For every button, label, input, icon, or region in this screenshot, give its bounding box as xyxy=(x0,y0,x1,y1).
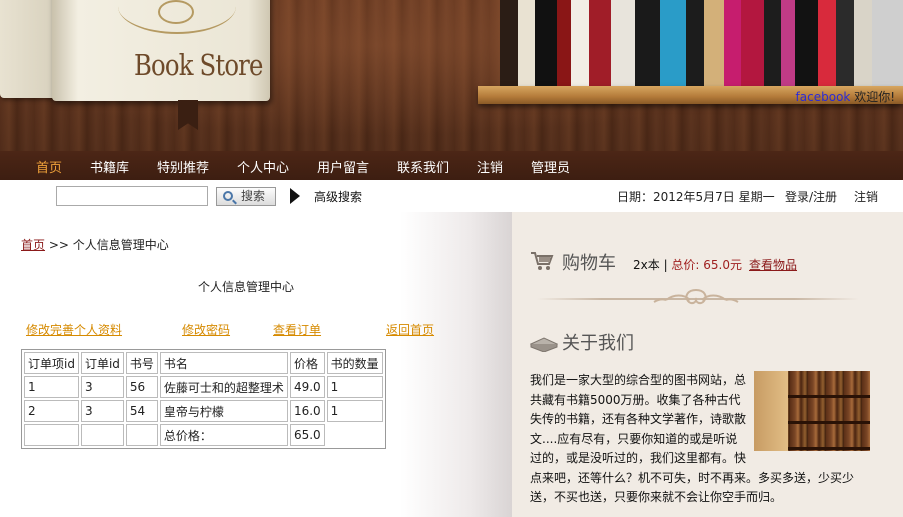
nav-item-home[interactable]: 首页 xyxy=(36,157,62,176)
search-button-label: 搜索 xyxy=(241,189,266,203)
welcome-text: 欢迎你! xyxy=(854,90,895,104)
table-cell xyxy=(125,424,158,446)
change-password-link[interactable]: 修改密码 xyxy=(182,321,230,338)
header-cell: 书的数量 xyxy=(326,352,383,374)
search-input[interactable] xyxy=(56,186,208,206)
view-items-link[interactable]: 查看物品 xyxy=(749,256,797,273)
advanced-search-link[interactable]: 高级搜索 xyxy=(314,188,362,205)
shopping-cart-icon xyxy=(531,252,554,270)
table-cell: 佐藤可士和的超整理术 xyxy=(159,376,288,398)
table-cell: 1 xyxy=(24,376,79,398)
about-title: 关于我们 xyxy=(562,333,634,354)
orders-table: 订单项id 订单id 书号 书名 价格 书的数量 1 3 56 佐藤可士和的超整… xyxy=(21,349,386,449)
total-label: 总价格： xyxy=(159,424,288,446)
flourish-ornament-icon xyxy=(653,289,739,305)
content-area: 首页 >> 个人信息管理中心 个人信息管理中心 修改完善个人资料 修改密码 查看… xyxy=(0,212,903,517)
bookshelf-photo xyxy=(754,371,870,451)
nav-item-personal[interactable]: 个人中心 xyxy=(237,157,289,176)
table-cell: 皇帝与柠檬 xyxy=(159,400,288,422)
main-navigation: 首页 书籍库 特别推荐 个人中心 用户留言 联系我们 注销 管理员 xyxy=(0,151,903,180)
table-cell: 16.0 xyxy=(289,400,325,422)
cart-title: 购物车 xyxy=(562,253,616,274)
header-cell: 书名 xyxy=(159,352,288,374)
logo-text: Book Store xyxy=(134,48,263,82)
table-cell: 2 xyxy=(24,400,79,422)
page-title: 个人信息管理中心 xyxy=(198,280,295,294)
table-header-row: 订单项id 订单id 书号 书名 价格 书的数量 xyxy=(24,352,383,374)
table-cell xyxy=(80,424,124,446)
table-cell: 56 xyxy=(125,376,158,398)
breadcrumb-separator: >> xyxy=(45,238,73,252)
edit-profile-link[interactable]: 修改完善个人资料 xyxy=(26,321,122,338)
nav-item-admin[interactable]: 管理员 xyxy=(531,157,570,176)
book-icon xyxy=(530,337,558,352)
breadcrumb: 首页 >> 个人信息管理中心 xyxy=(21,236,169,253)
login-register-link[interactable]: 登录/注册 xyxy=(785,188,837,205)
nav-item-messages[interactable]: 用户留言 xyxy=(317,157,369,176)
table-total-row: 总价格： 65.0 xyxy=(24,424,383,446)
back-home-link[interactable]: 返回首页 xyxy=(386,321,434,338)
nav-item-recommend[interactable]: 特别推荐 xyxy=(157,157,209,176)
table-cell: 3 xyxy=(80,376,124,398)
header-cell: 价格 xyxy=(289,352,325,374)
view-orders-link[interactable]: 查看订单 xyxy=(273,321,321,338)
welcome-message: facebook 欢迎你! xyxy=(796,88,895,105)
table-cell: 1 xyxy=(326,400,383,422)
facebook-link[interactable]: facebook xyxy=(796,90,851,104)
header-banner: Book Store facebook 欢迎你! xyxy=(0,0,903,151)
table-cell: 54 xyxy=(125,400,158,422)
header-cell: 订单id xyxy=(80,352,124,374)
table-row: 1 3 56 佐藤可士和的超整理术 49.0 1 xyxy=(24,376,383,398)
search-button[interactable]: 搜索 xyxy=(216,187,276,206)
cart-summary: 2x本 | 总价: 65.0元 xyxy=(633,256,742,273)
nav-item-contact[interactable]: 联系我们 xyxy=(397,157,449,176)
play-arrow-icon xyxy=(290,188,300,204)
cart-count: 2x本 xyxy=(633,258,660,272)
date-display: 日期：2012年5月7日 星期一 xyxy=(617,190,775,204)
breadcrumb-current: 个人信息管理中心 xyxy=(72,238,169,252)
table-cell: 3 xyxy=(80,400,124,422)
header-cell: 订单项id xyxy=(24,352,79,374)
bookmark-ribbon-icon xyxy=(178,100,198,130)
main-panel: 首页 >> 个人信息管理中心 个人信息管理中心 修改完善个人资料 修改密码 查看… xyxy=(0,212,512,517)
total-value: 65.0 xyxy=(289,424,325,446)
cart-total-price: 总价: 65.0元 xyxy=(671,258,742,272)
about-section: 我们是一家大型的综合型的图书网站，总共藏有书籍5000万册。收集了各种古代失传的… xyxy=(530,371,870,508)
bookshelf-image xyxy=(500,0,903,86)
table-cell: 49.0 xyxy=(289,376,325,398)
nav-item-logout[interactable]: 注销 xyxy=(477,157,503,176)
cart-separator: | xyxy=(659,258,672,272)
toolbar: 搜索 高级搜索 日期：2012年5月7日 星期一 登录/注册 注销 xyxy=(0,180,903,212)
table-cell xyxy=(24,424,79,446)
table-cell xyxy=(327,424,383,446)
search-icon xyxy=(223,191,233,201)
sidebar: 购物车 2x本 | 总价: 65.0元 查看物品 关于我们 我们是一家大型的综合… xyxy=(512,212,903,517)
nav-item-library[interactable]: 书籍库 xyxy=(90,157,129,176)
logout-link[interactable]: 注销 xyxy=(854,188,878,205)
breadcrumb-home-link[interactable]: 首页 xyxy=(21,238,45,252)
table-row: 2 3 54 皇帝与柠檬 16.0 1 xyxy=(24,400,383,422)
table-cell: 1 xyxy=(326,376,383,398)
header-cell: 书号 xyxy=(125,352,158,374)
